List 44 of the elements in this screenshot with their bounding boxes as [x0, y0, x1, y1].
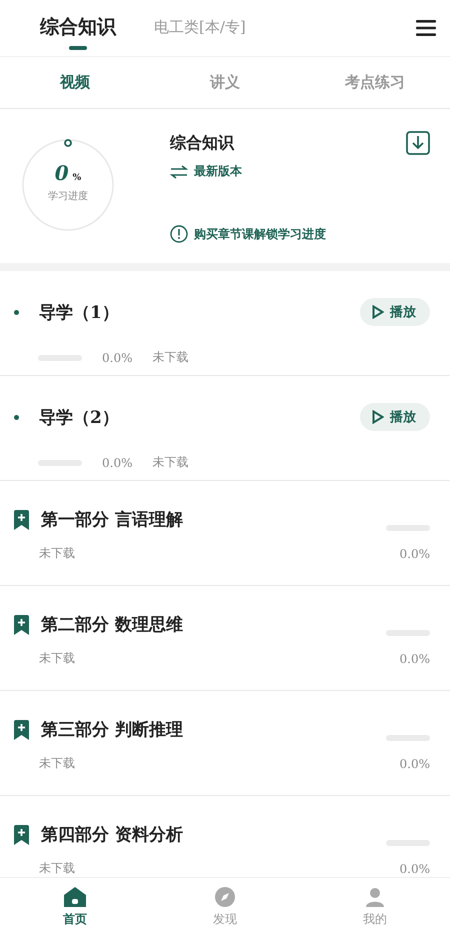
home-icon [63, 886, 87, 908]
download-status: 未下载 [39, 755, 75, 772]
header-tab[interactable]: 综合知识 [40, 6, 116, 50]
menu-icon[interactable] [416, 20, 436, 36]
play-button[interactable]: 播放 [360, 403, 430, 431]
chapter-title[interactable]: 第三部分 判断推理 [41, 718, 183, 741]
bookmark-icon [14, 614, 29, 634]
play-button[interactable]: 播放 [360, 298, 430, 326]
download-percent: 0.0% [400, 546, 430, 560]
download-status: 未下载 [152, 349, 188, 366]
unlock-notice: 购买章节课解锁学习进度 [194, 226, 326, 242]
bookmark-icon [14, 720, 29, 740]
bullet-dot [14, 310, 19, 314]
person-icon [364, 886, 386, 908]
chapter-title[interactable]: 第二部分 数理思维 [41, 613, 183, 636]
download-percent: 0.0% [400, 652, 430, 666]
lesson-title[interactable]: 导学（2） [39, 406, 119, 428]
download-status: 未下载 [39, 545, 75, 562]
download-status: 未下载 [39, 650, 75, 667]
swap-icon [170, 164, 188, 178]
bookmark-icon [14, 510, 29, 530]
bullet-dot [14, 414, 19, 420]
progress-caption: 学习进度 [48, 190, 88, 203]
content-tab[interactable]: 视频 [0, 57, 150, 108]
course-title: 综合知识 [170, 132, 234, 154]
chapter-title[interactable]: 第一部分 言语理解 [41, 508, 183, 531]
chapter-title[interactable]: 第四部分 资料分析 [41, 823, 183, 846]
version-link[interactable]: 最新版本 [194, 163, 242, 180]
download-percent: 0.0% [102, 350, 132, 364]
play-icon [372, 410, 384, 424]
compass-icon [214, 886, 236, 908]
progress-percent: 0 [54, 161, 69, 185]
nav-tab[interactable]: 首页 [0, 878, 150, 936]
download-percent: 0.0% [102, 456, 132, 470]
lesson-title[interactable]: 导学（1） [39, 300, 119, 324]
play-icon [372, 305, 384, 319]
download-percent: 0.0% [400, 862, 430, 876]
download-status: 未下载 [152, 454, 188, 471]
download-percent: 0.0% [400, 756, 430, 770]
download-status: 未下载 [39, 860, 75, 877]
info-icon [170, 225, 188, 243]
bookmark-icon [14, 824, 29, 844]
percent-unit: % [72, 173, 82, 183]
download-icon[interactable] [406, 131, 430, 155]
